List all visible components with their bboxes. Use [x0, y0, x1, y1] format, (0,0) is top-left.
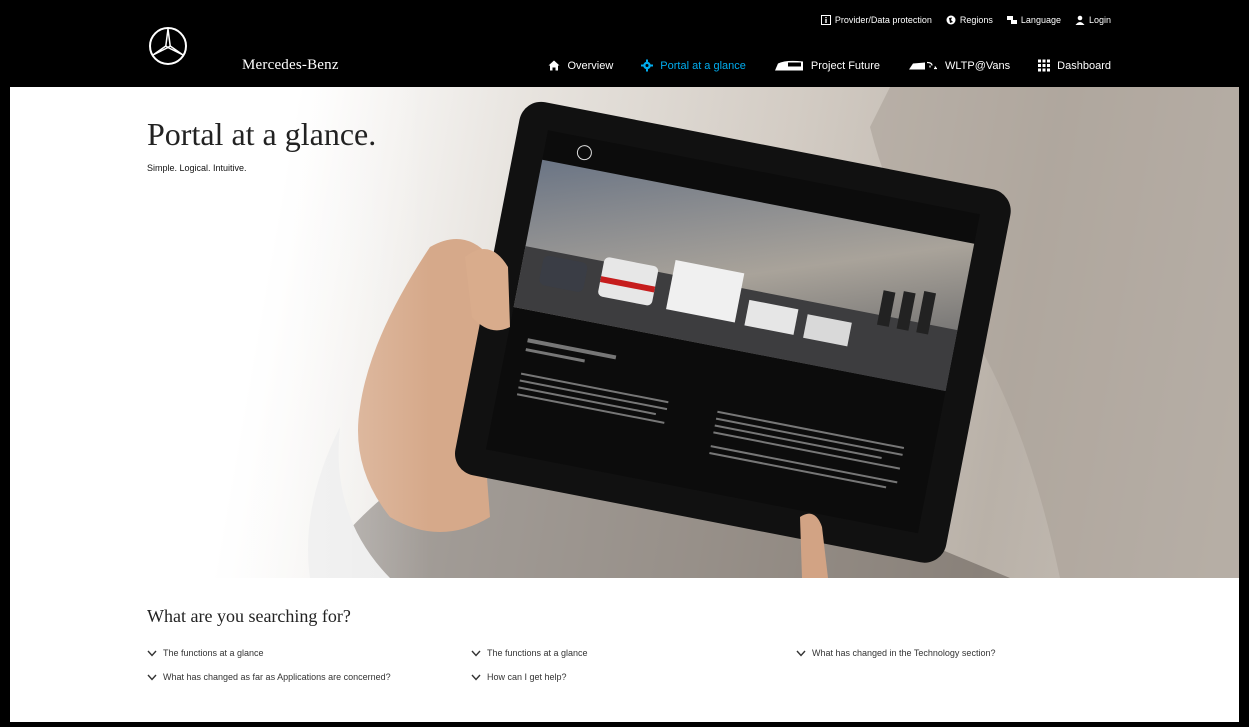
- chevron-down-icon: [147, 650, 157, 657]
- faq-link-label: The functions at a glance: [487, 648, 588, 658]
- mercedes-star-logo[interactable]: [148, 26, 188, 66]
- chevron-down-icon: [147, 674, 157, 681]
- page-title: Portal at a glance.: [147, 116, 377, 152]
- faq-link-functions-1[interactable]: The functions at a glance: [147, 648, 264, 658]
- nav-portal-label: Portal at a glance: [660, 59, 746, 72]
- nav-project-future-label: Project Future: [810, 59, 880, 72]
- faq-link-label: What has changed as far as Applications …: [163, 672, 391, 682]
- home-icon: [548, 60, 560, 71]
- grid-icon: [1038, 59, 1051, 72]
- hero-tablet-image: [10, 87, 1239, 578]
- page: Mercedes-Benz Provider/Data protection R…: [10, 10, 1239, 722]
- util-regions-label: Regions: [959, 15, 993, 25]
- faq-link-label: How can I get help?: [487, 672, 567, 682]
- faq-link-technology[interactable]: What has changed in the Technology secti…: [796, 648, 995, 658]
- util-login-label: Login: [1088, 15, 1111, 25]
- faq-title: What are you searching for?: [147, 606, 351, 626]
- faq-link-help[interactable]: How can I get help?: [471, 672, 567, 682]
- hero-banner: Portal at a glance. Simple. Logical. Int…: [10, 87, 1239, 578]
- faq-link-applications[interactable]: What has changed as far as Applications …: [147, 672, 391, 682]
- chevron-down-icon: [471, 674, 481, 681]
- util-regions-link[interactable]: Regions: [946, 15, 993, 25]
- utility-nav: Provider/Data protection Regions Languag…: [820, 12, 1111, 28]
- util-language-link[interactable]: Language: [1006, 15, 1061, 25]
- language-icon: [1006, 16, 1017, 24]
- faq-link-label: What has changed in the Technology secti…: [812, 648, 996, 658]
- util-login-link[interactable]: Login: [1075, 15, 1111, 25]
- nav-overview-label: Overview: [567, 59, 614, 72]
- globe-icon: [946, 15, 956, 25]
- util-provider-link[interactable]: Provider/Data protection: [820, 15, 932, 25]
- page-subtitle: Simple. Logical. Intuitive.: [147, 163, 247, 173]
- user-icon: [1075, 15, 1085, 25]
- main-nav: Overview Portal at a glance Project Futu…: [548, 59, 1111, 72]
- nav-dashboard[interactable]: Dashboard: [1038, 59, 1111, 72]
- nav-portal-at-a-glance[interactable]: Portal at a glance: [641, 59, 746, 72]
- nav-overview[interactable]: Overview: [548, 59, 613, 72]
- chevron-down-icon: [796, 650, 806, 657]
- nav-project-future[interactable]: Project Future: [774, 59, 880, 72]
- util-language-label: Language: [1020, 15, 1061, 25]
- faq-link-label: The functions at a glance: [163, 648, 264, 658]
- nav-wltp-vans[interactable]: WLTP@Vans: [908, 59, 1010, 72]
- faq-link-functions-2[interactable]: The functions at a glance: [471, 648, 588, 658]
- van-icon: [774, 60, 803, 71]
- nav-dashboard-label: Dashboard: [1057, 59, 1111, 72]
- truck-icon: [909, 61, 937, 70]
- util-provider-label: Provider/Data protection: [834, 15, 932, 25]
- gear-icon: [641, 59, 654, 72]
- site-header: Mercedes-Benz Provider/Data protection R…: [10, 10, 1239, 87]
- chevron-down-icon: [471, 650, 481, 657]
- info-icon: [820, 15, 831, 25]
- brand-name[interactable]: Mercedes-Benz: [242, 57, 339, 74]
- nav-wltp-label: WLTP@Vans: [945, 59, 1011, 72]
